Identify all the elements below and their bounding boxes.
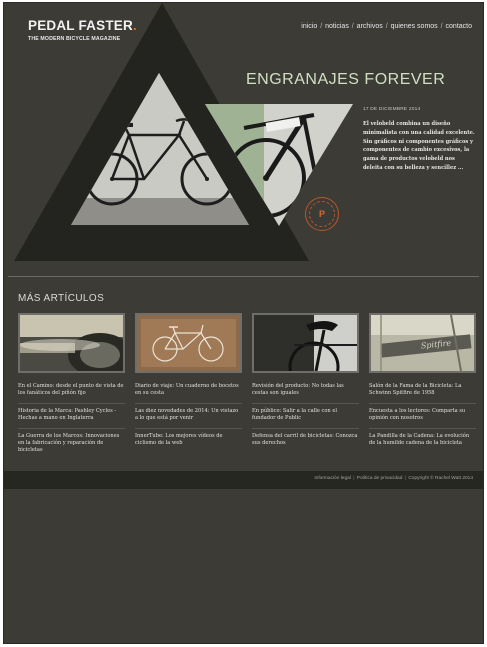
article-link[interactable]: Historia de la Marca: Pashley Cycles - H… (18, 404, 125, 430)
article-column-2: Diario de viaje: Un cuaderno de bocetos … (135, 313, 242, 454)
pedal-faster-badge-icon: P (305, 197, 339, 231)
nav-separator: / (318, 23, 325, 30)
article-column-3: Revisión del producto: No todas las cest… (252, 313, 359, 454)
article-link[interactable]: Diario de viaje: Un cuaderno de bocetos … (135, 379, 242, 405)
article-link[interactable]: Defensa del carril de bicicletas: Conozc… (252, 429, 359, 453)
nav-item-noticias[interactable]: noticias (325, 23, 349, 30)
hero-divider (8, 276, 479, 277)
nav-item-contacto[interactable]: contacto (446, 23, 472, 30)
article-link[interactable]: En público: Salir a la calle con el fund… (252, 404, 359, 430)
article-link[interactable]: La Guerra de los Marcos: Innovaciones en… (18, 429, 125, 460)
article-link[interactable]: Las diez novedades de 2014: Un vistazo a… (135, 404, 242, 430)
site-tagline: THE MODERN BICYCLE MAGAZINE (28, 36, 121, 42)
bicycle-seat-thumbnail[interactable] (252, 313, 359, 373)
bicycle-frame-icon: Spitfire (371, 315, 474, 371)
wheel-photo-thumbnail[interactable] (18, 313, 125, 373)
footer-link[interactable]: Copyright © Rachel Watt 2014 (408, 476, 473, 481)
wheel-photo-icon (20, 315, 123, 371)
bicycle-seat-icon (254, 315, 357, 371)
logo-word-pedal: PEDAL (28, 18, 75, 33)
footer-link[interactable]: Política de privacidad (357, 476, 403, 481)
hero-title[interactable]: ENGRANAJES FOREVER (246, 71, 445, 89)
bicycle-sketch-thumbnail[interactable] (135, 313, 242, 373)
article-link[interactable]: InnerTube: Los mejores vídeos de ciclism… (135, 429, 242, 453)
article-column-1: En el Camino: desde el punto de vista de… (18, 313, 125, 460)
nav-item-inicio[interactable]: inicio (301, 23, 317, 30)
main-nav: inicio / noticias / archivos / quienes s… (301, 23, 472, 30)
logo-dot: . (132, 18, 137, 33)
site-footer: Información legal | Política de privacid… (4, 471, 483, 489)
nav-separator: / (438, 23, 445, 30)
site-logo[interactable]: PEDAL FASTER. (28, 19, 137, 33)
hero-date: 17 DE DICIEMBRE 2014 (363, 107, 421, 112)
article-link[interactable]: Salón de la Fama de la Bicicleta: La Sch… (369, 379, 476, 405)
bicycle-sketch-icon (137, 315, 240, 371)
footer-link[interactable]: Información legal (314, 476, 351, 481)
article-link[interactable]: Revisión del producto: No todas las cest… (252, 379, 359, 405)
badge-letter: P (309, 201, 335, 227)
article-link[interactable]: Encuesta a los lectores: Comparta su opi… (369, 404, 476, 430)
article-column-4: Spitfire Salón de la Fama de la Biciclet… (369, 313, 476, 454)
article-link[interactable]: La Pandilla de la Cadena: La evolución d… (369, 429, 476, 453)
nav-item-quienes-somos[interactable]: quienes somos (391, 23, 438, 30)
footer-links: Información legal | Política de privacid… (314, 476, 473, 481)
page: ENGRANAJES FOREVER 17 DE DICIEMBRE 2014 … (4, 3, 483, 643)
nav-separator: / (349, 23, 356, 30)
site-header: PEDAL FASTER. THE MODERN BICYCLE MAGAZIN… (4, 3, 483, 50)
nav-item-archivos[interactable]: archivos (357, 23, 383, 30)
logo-word-faster: FASTER (78, 18, 133, 33)
hero-description: El velobeld combina un diseño minimalist… (363, 121, 475, 171)
bicycle-frame-thumbnail[interactable]: Spitfire (369, 313, 476, 373)
article-link[interactable]: En el Camino: desde el punto de vista de… (18, 379, 125, 405)
more-articles-heading: MÁS ARTÍCULOS (18, 293, 105, 304)
nav-separator: / (383, 23, 390, 30)
